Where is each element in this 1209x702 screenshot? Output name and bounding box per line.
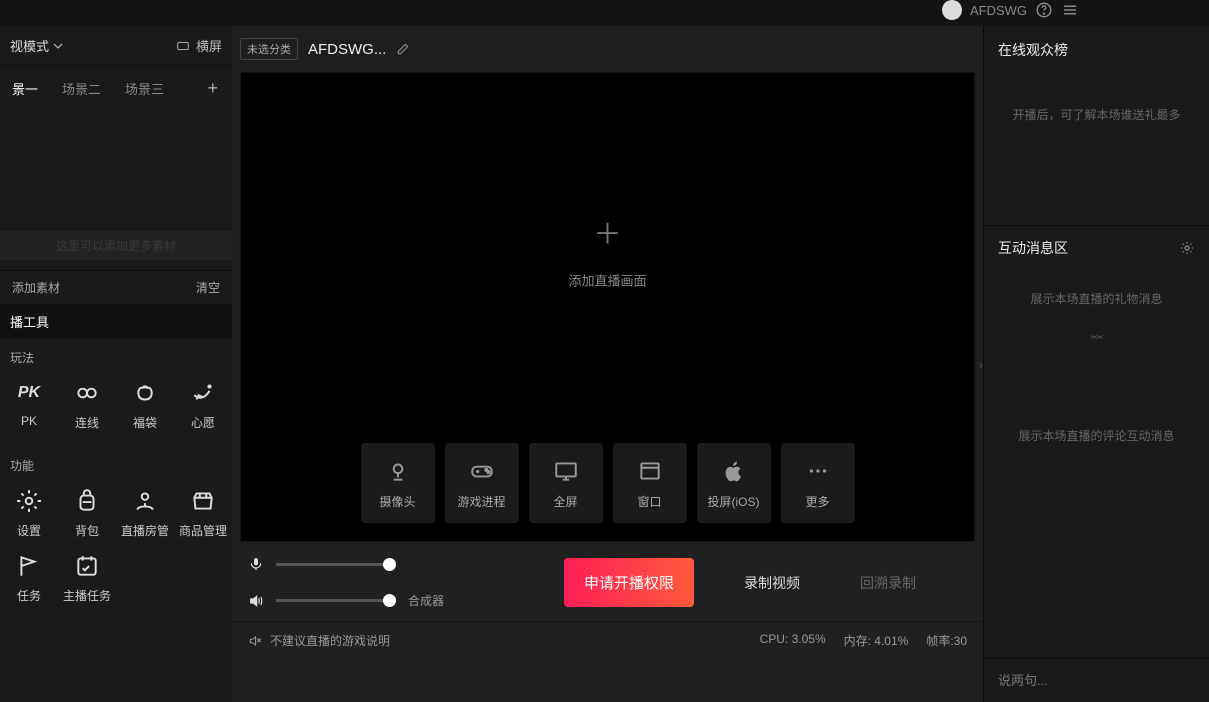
interact-title: 互动消息区 <box>998 238 1068 258</box>
wish-icon <box>188 378 218 408</box>
apple-icon <box>720 457 748 485</box>
gift-empty-text: 展示本场直播的礼物消息 <box>984 270 1209 327</box>
bag-icon <box>130 378 160 408</box>
start-stream-button[interactable]: 申请开播权限 <box>564 558 694 607</box>
category-tag[interactable]: 未选分类 <box>240 38 298 60</box>
mute-advice-icon <box>248 634 262 648</box>
source-ios[interactable]: 投屏(iOS) <box>697 443 771 523</box>
source-more[interactable]: 更多 <box>781 443 855 523</box>
window-icon <box>636 457 664 485</box>
backpack-icon <box>72 486 102 516</box>
source-game[interactable]: 游戏进程 <box>445 443 519 523</box>
avatar[interactable] <box>942 0 962 20</box>
add-material-button[interactable]: 添加素材 <box>12 279 60 296</box>
game-advice-link[interactable]: 不建议直播的游戏说明 <box>270 632 390 649</box>
preview-canvas[interactable]: ＋ 添加直播画面 摄像头 游戏进程 全屏 窗口 <box>240 72 975 542</box>
audience-empty-text: 开播后，可了解本场谁送礼最多 <box>984 74 1209 155</box>
more-icon <box>804 457 832 485</box>
scene-tab-3[interactable]: 场景三 <box>121 73 168 104</box>
mic-icon[interactable] <box>248 556 264 572</box>
username: AFDSWG <box>970 3 1027 18</box>
add-preview-prompt[interactable]: ＋ 添加直播画面 <box>568 212 646 289</box>
tool-task[interactable]: 任务 <box>0 551 58 604</box>
comment-empty-text: 展示本场直播的评论互动消息 <box>984 347 1209 444</box>
collapse-right-handle[interactable]: › <box>979 358 983 372</box>
top-bar: AFDSWG <box>0 0 1209 26</box>
speaker-icon[interactable] <box>248 593 264 609</box>
orientation-button[interactable]: 横屏 <box>176 36 222 55</box>
landscape-icon <box>176 39 190 53</box>
left-sidebar: 视模式 横屏 景一 场景二 场景三 + 这里可以添加更多素材 添加素材 清空 播… <box>0 26 232 702</box>
view-mode-dropdown[interactable]: 视模式 <box>10 36 63 55</box>
help-icon[interactable] <box>1035 1 1053 19</box>
camera-icon <box>384 457 412 485</box>
source-fullscreen[interactable]: 全屏 <box>529 443 603 523</box>
scene-tab-2[interactable]: 场景二 <box>58 73 105 104</box>
scene-tabs: 景一 场景二 场景三 + <box>0 66 232 110</box>
material-list: 这里可以添加更多素材 <box>0 110 232 270</box>
interact-settings-icon[interactable] <box>1179 240 1195 256</box>
fps-stat: 帧率:30 <box>926 632 967 649</box>
features-section-header: 功能 <box>0 447 232 480</box>
replay-button[interactable]: 回溯录制 <box>860 573 916 593</box>
cpu-stat: CPU: 3.05% <box>760 632 826 649</box>
user-area[interactable]: AFDSWG <box>942 0 1079 20</box>
scene-tab-1[interactable]: 景一 <box>8 73 42 104</box>
right-panel: 在线观众榜 开播后，可了解本场谁送礼最多 互动消息区 展示本场直播的礼物消息 展… <box>983 26 1209 702</box>
tool-settings[interactable]: 设置 <box>0 486 58 539</box>
menu-icon[interactable] <box>1061 1 1079 19</box>
add-scene-button[interactable]: + <box>201 78 224 99</box>
stream-title: AFDSWG... <box>308 41 386 58</box>
gameplay-tools: PK PK 连线 福袋 心愿 <box>0 372 232 447</box>
panel-resize-handle[interactable] <box>984 327 1209 347</box>
gamepad-icon <box>468 457 496 485</box>
synth-label[interactable]: 合成器 <box>408 592 444 609</box>
tool-backpack[interactable]: 背包 <box>58 486 116 539</box>
tools-header: 播工具 <box>0 304 232 339</box>
flag-icon <box>14 551 44 581</box>
chevron-down-icon <box>53 41 63 51</box>
gear-icon <box>14 486 44 516</box>
main-area: 未选分类 AFDSWG... ＋ 添加直播画面 摄像头 游戏进程 <box>232 26 983 702</box>
tool-host-task[interactable]: 主播任务 <box>58 551 116 604</box>
tool-lucky-bag[interactable]: 福袋 <box>116 378 174 431</box>
shop-icon <box>188 486 218 516</box>
chat-input-wrap <box>984 658 1209 702</box>
calendar-check-icon <box>72 551 102 581</box>
audience-rank-title: 在线观众榜 <box>984 26 1209 74</box>
link-icon <box>72 378 102 408</box>
material-empty-hint: 这里可以添加更多素材 <box>0 231 232 260</box>
tool-pk[interactable]: PK PK <box>0 378 58 431</box>
feature-tools: 设置 背包 直播房管 商品管理 任务 主播任务 <box>0 480 232 620</box>
tool-room-admin[interactable]: 直播房管 <box>116 486 174 539</box>
source-camera[interactable]: 摄像头 <box>361 443 435 523</box>
chat-input[interactable] <box>984 659 1209 702</box>
pk-icon: PK <box>14 378 44 408</box>
edit-title-icon[interactable] <box>396 42 410 56</box>
speaker-volume-slider[interactable] <box>276 599 396 602</box>
admin-icon <box>130 486 160 516</box>
clear-material-button[interactable]: 清空 <box>196 279 220 296</box>
mic-volume-slider[interactable] <box>276 563 396 566</box>
tool-link[interactable]: 连线 <box>58 378 116 431</box>
plus-icon: ＋ <box>568 212 646 252</box>
gameplay-section-header: 玩法 <box>0 339 232 372</box>
tool-wish[interactable]: 心愿 <box>174 378 232 431</box>
record-button[interactable]: 录制视频 <box>744 573 800 593</box>
monitor-icon <box>552 457 580 485</box>
mem-stat: 内存: 4.01% <box>844 632 909 649</box>
tool-goods[interactable]: 商品管理 <box>174 486 232 539</box>
source-buttons: 摄像头 游戏进程 全屏 窗口 投屏(iOS) <box>361 443 855 523</box>
source-window[interactable]: 窗口 <box>613 443 687 523</box>
